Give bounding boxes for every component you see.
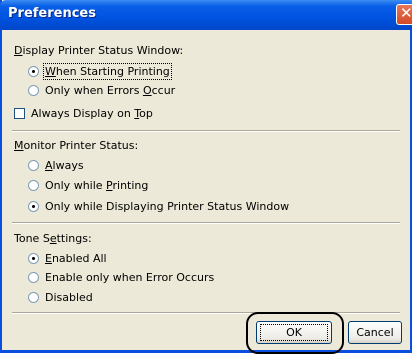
- radio-enabled-all[interactable]: Enabled All: [28, 252, 107, 265]
- radio-when-starting-printing[interactable]: When Starting Printing: [28, 63, 172, 80]
- tone-settings-label: Tone Settings:: [14, 232, 92, 245]
- checkbox-indicator: [14, 108, 25, 119]
- monitor-status-label: Monitor Printer Status:: [14, 139, 139, 152]
- ok-button[interactable]: OK: [256, 321, 332, 344]
- separator: [12, 222, 400, 224]
- status-window-label: Display Printer Status Window:: [14, 44, 184, 57]
- radio-label: Only while Printing: [45, 179, 149, 192]
- radio-only-when-errors-occur[interactable]: Only when Errors Occur: [28, 84, 175, 97]
- radio-always[interactable]: Always: [28, 159, 84, 172]
- separator: [12, 312, 400, 314]
- radio-indicator: [28, 160, 39, 171]
- radio-label: When Starting Printing: [43, 63, 172, 80]
- radio-indicator: [28, 201, 39, 212]
- cancel-button[interactable]: Cancel: [348, 321, 402, 344]
- radio-indicator: [28, 292, 39, 303]
- separator: [12, 130, 400, 132]
- radio-label: Only while Displaying Printer Status Win…: [45, 200, 290, 213]
- checkbox-always-display-on-top[interactable]: Always Display on Top: [14, 107, 153, 120]
- radio-indicator: [28, 272, 39, 283]
- radio-disabled[interactable]: Disabled: [28, 291, 93, 304]
- checkbox-label: Always Display on Top: [31, 107, 153, 120]
- preferences-dialog: Preferences ✕ Display Printer Status Win…: [0, 0, 412, 354]
- radio-only-while-printing[interactable]: Only while Printing: [28, 179, 148, 192]
- radio-indicator: [28, 66, 39, 77]
- radio-only-while-displaying-status-window[interactable]: Only while Displaying Printer Status Win…: [28, 200, 289, 213]
- close-icon: ✕: [400, 4, 412, 22]
- close-button[interactable]: ✕: [396, 4, 412, 25]
- radio-label: Only when Errors Occur: [45, 84, 176, 97]
- title-bar[interactable]: Preferences ✕: [0, 0, 412, 30]
- radio-indicator: [28, 253, 39, 264]
- cancel-label: Cancel: [356, 326, 394, 339]
- radio-label: Always: [45, 159, 84, 172]
- focus-rectangle: [260, 324, 328, 341]
- radio-label: Enabled All: [45, 252, 107, 265]
- radio-label: Enable only when Error Occurs: [45, 271, 215, 284]
- radio-label: Disabled: [45, 291, 93, 304]
- radio-enable-only-when-error-occurs[interactable]: Enable only when Error Occurs: [28, 271, 214, 284]
- radio-indicator: [28, 180, 39, 191]
- window-title: Preferences: [8, 6, 96, 21]
- radio-indicator: [28, 85, 39, 96]
